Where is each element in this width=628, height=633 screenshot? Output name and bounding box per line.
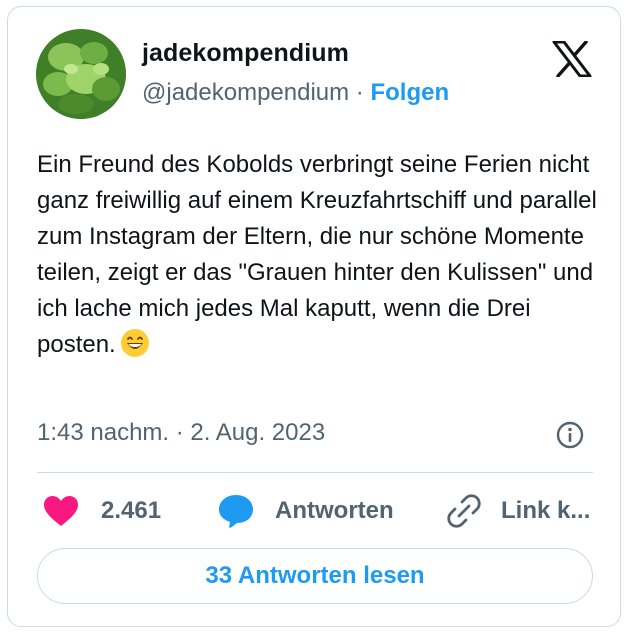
avatar[interactable] bbox=[36, 29, 126, 119]
like-count: 2.461 bbox=[101, 497, 162, 524]
read-replies-button[interactable]: 33 Antworten lesen bbox=[37, 548, 593, 604]
link-label: Link k... bbox=[501, 497, 591, 524]
link-icon bbox=[447, 494, 481, 528]
tweet-card: jadekompendium @jadekompendium · Folgen … bbox=[7, 6, 621, 627]
handle-row: @jadekompendium · Folgen bbox=[142, 79, 449, 107]
speech-bubble-icon bbox=[219, 495, 253, 528]
separator: · bbox=[349, 79, 371, 106]
timestamp[interactable]: 1:43 nachm. · 2. Aug. 2023 bbox=[37, 419, 325, 447]
grinning-face-emoji-icon bbox=[120, 329, 149, 357]
info-icon[interactable] bbox=[556, 421, 584, 449]
tweet-body: Ein Freund des Kobolds verbringt seine F… bbox=[37, 151, 597, 358]
handle[interactable]: @jadekompendium bbox=[142, 79, 349, 106]
divider bbox=[37, 472, 593, 473]
reply-label: Antworten bbox=[275, 497, 394, 524]
tweet-text: Ein Freund des Kobolds verbringt seine F… bbox=[37, 147, 597, 363]
like-button[interactable]: 2.461 bbox=[43, 489, 161, 533]
copy-link-button[interactable]: Link k... bbox=[447, 489, 590, 533]
reply-button[interactable]: Antworten bbox=[217, 489, 394, 533]
heart-icon bbox=[44, 496, 78, 526]
follow-button[interactable]: Folgen bbox=[370, 79, 449, 106]
display-name[interactable]: jadekompendium bbox=[142, 39, 349, 68]
action-bar: 2.461 Antworten Link k... bbox=[37, 489, 597, 533]
x-logo-icon[interactable] bbox=[552, 41, 592, 77]
